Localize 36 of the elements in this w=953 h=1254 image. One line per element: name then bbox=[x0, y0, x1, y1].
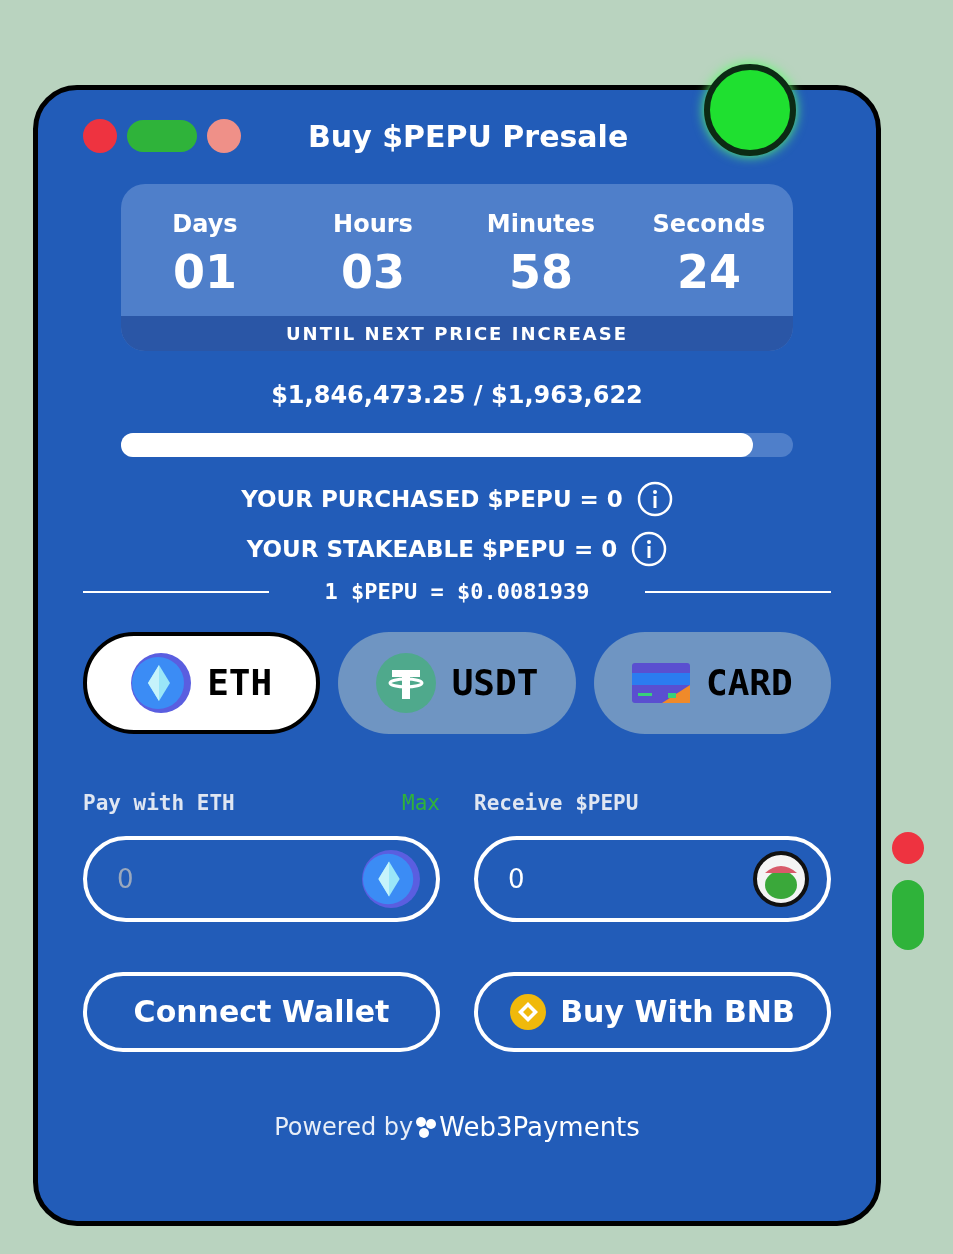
info-icon[interactable] bbox=[631, 531, 668, 567]
countdown-label: Minutes bbox=[486, 209, 596, 240]
countdown-value: 58 bbox=[509, 244, 573, 301]
balance-text: YOUR PURCHASED $PEPU = 0 bbox=[241, 484, 623, 514]
countdown-value: 01 bbox=[173, 244, 237, 301]
countdown-label: Hours bbox=[333, 209, 413, 240]
field-label: Receive $PEPU bbox=[474, 790, 640, 817]
payment-tab[interactable]: CARD bbox=[593, 632, 831, 734]
balance-text: YOUR STAKEABLE $PEPU = 0 bbox=[246, 534, 618, 564]
dots-logo-icon bbox=[415, 1116, 438, 1138]
diamond-coin-icon bbox=[131, 653, 192, 713]
side-indicator-pill bbox=[892, 880, 924, 950]
countdown-value: 03 bbox=[341, 244, 405, 301]
powered-by-text: Powered by bbox=[274, 1112, 414, 1143]
action-button[interactable]: Buy With BNB bbox=[474, 971, 831, 1052]
raised-amount: $1,846,473.25 / $1,963,622 bbox=[271, 380, 643, 411]
action-button[interactable]: Connect Wallet bbox=[83, 971, 440, 1052]
receive-input-field[interactable]: 0 bbox=[474, 835, 831, 922]
countdown-label: Seconds bbox=[652, 209, 766, 240]
diamond-coin-icon bbox=[362, 849, 420, 908]
info-icon[interactable] bbox=[636, 481, 673, 517]
frog-avatar-icon bbox=[753, 850, 809, 907]
pay-input-field[interactable]: 0 bbox=[83, 835, 440, 922]
bnb-coin-icon bbox=[510, 993, 547, 1030]
tether-coin-icon bbox=[375, 653, 436, 713]
credit-card-icon bbox=[631, 663, 690, 703]
price-text: 1 $PEPU = $0.0081939 bbox=[323, 578, 591, 606]
window-pill[interactable] bbox=[127, 120, 197, 152]
field-label: Pay with ETH bbox=[83, 790, 235, 817]
payment-tab[interactable]: ETH bbox=[83, 632, 321, 734]
brand-name: Web3Payments bbox=[439, 1110, 640, 1144]
countdown-caption: UNTIL NEXT PRICE INCREASE bbox=[121, 316, 793, 351]
countdown-label: Days bbox=[172, 209, 238, 240]
window-title: Buy $PEPU Presale bbox=[308, 117, 629, 156]
countdown-value: 24 bbox=[677, 244, 741, 301]
payment-tab[interactable]: USDT bbox=[338, 632, 576, 734]
